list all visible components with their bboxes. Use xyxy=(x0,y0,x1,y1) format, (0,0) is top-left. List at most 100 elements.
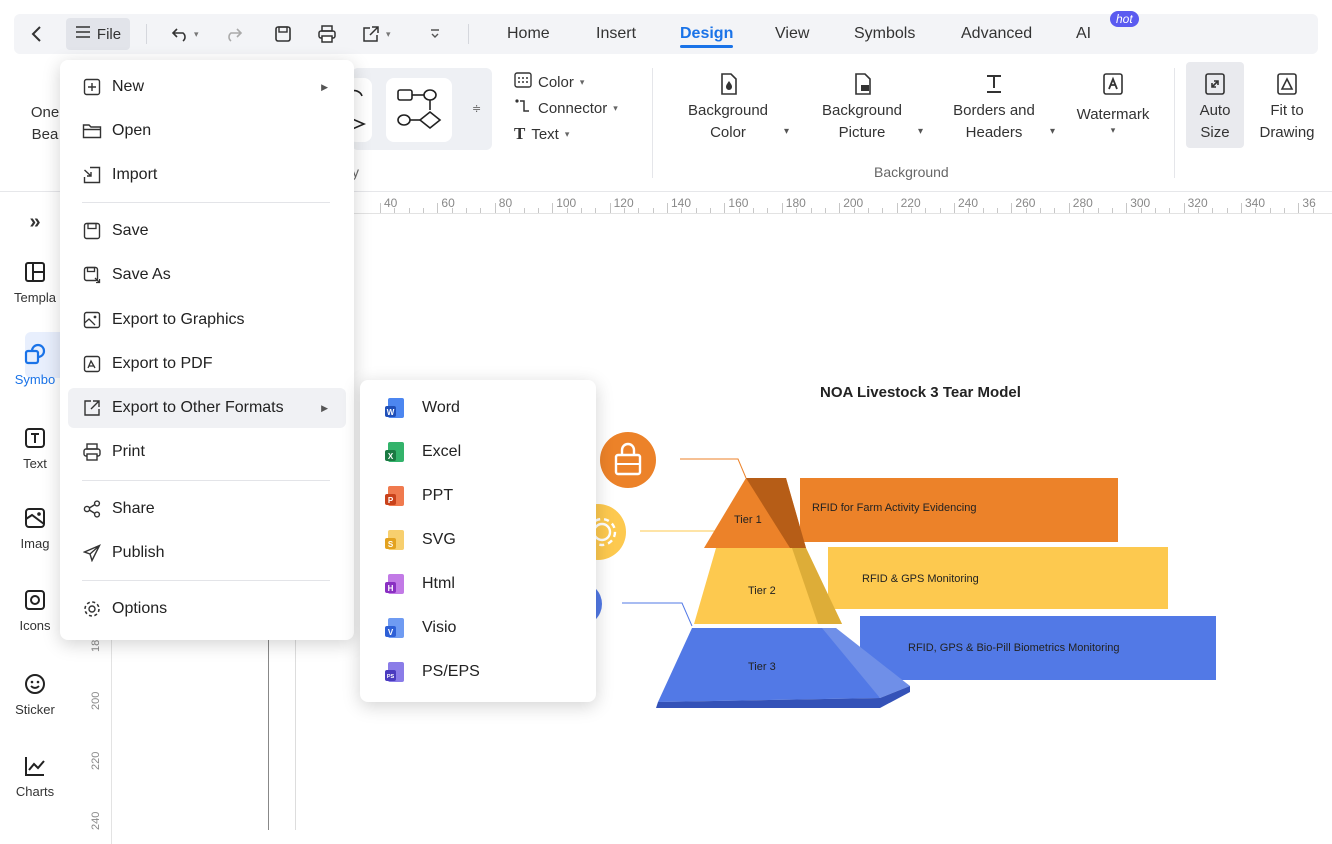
text-t-icon: T xyxy=(514,124,526,143)
menu-item-new[interactable]: New ▶ xyxy=(68,67,346,107)
menu-item-publish[interactable]: Publish xyxy=(68,533,346,573)
export-visio-item[interactable]: V Visio xyxy=(368,608,588,648)
connector-label: Connector xyxy=(538,99,608,117)
caret-down-icon[interactable]: ▾ xyxy=(918,126,923,137)
watermark-button[interactable]: Watermark ▾ xyxy=(1068,72,1158,135)
save-quick-button[interactable] xyxy=(272,14,294,54)
sticker-icon xyxy=(23,672,47,696)
gear-icon xyxy=(82,599,102,619)
file-dropdown-menu: New ▶ Open Import Save Save As Export to… xyxy=(60,60,354,640)
tab-insert[interactable]: Insert xyxy=(596,14,636,54)
background-color-button[interactable]: Background Color xyxy=(678,72,778,144)
bea-label: Bea xyxy=(31,126,59,143)
h-ruler-minor-tick xyxy=(982,208,984,213)
caret-down-icon[interactable]: ▾ xyxy=(194,29,199,40)
menu-item-share[interactable]: Share xyxy=(68,489,346,529)
export-quick-button[interactable]: ▾ xyxy=(360,14,391,54)
borders-headers-label-2: Headers xyxy=(965,124,1023,141)
fit-to-drawing-button[interactable]: Fit to Drawing xyxy=(1252,72,1322,144)
menu-item-save-as[interactable]: Save As xyxy=(68,255,346,295)
pyramid-diagram[interactable]: Tier 1 RFID for Farm Activity Evidencing… xyxy=(560,420,1240,720)
caret-down-icon[interactable]: ▾ xyxy=(1050,126,1055,137)
export-pseps-item[interactable]: PS PS/EPS xyxy=(368,652,588,692)
menu-item-options[interactable]: Options xyxy=(68,589,346,629)
tier1-circle[interactable] xyxy=(600,432,656,488)
sidebar-item-charts[interactable]: Charts xyxy=(0,754,70,799)
h-ruler-minor-tick xyxy=(810,208,812,213)
submenu-arrow-icon: ▶ xyxy=(321,402,328,413)
caret-down-icon[interactable]: ▾ xyxy=(1111,126,1116,135)
h-ruler-minor-tick xyxy=(595,208,597,213)
caret-down-icon: ▾ xyxy=(613,102,618,113)
caret-down-icon[interactable]: ▾ xyxy=(386,29,391,40)
h-ruler-minor-tick xyxy=(537,208,539,213)
h-ruler-minor-tick xyxy=(451,208,453,213)
menu-label: Publish xyxy=(112,544,165,561)
sidebar-label: Imag xyxy=(20,536,50,551)
h-ruler-minor-tick xyxy=(1040,208,1042,213)
text-style-button[interactable]: T Text ▾ xyxy=(514,124,569,144)
style-tile-2[interactable] xyxy=(386,78,452,142)
connector-button[interactable]: Connector ▾ xyxy=(514,98,618,118)
sidebar-label: Icons xyxy=(19,618,51,633)
h-ruler-minor-tick xyxy=(939,208,941,213)
background-picture-button[interactable]: Background Picture xyxy=(812,72,912,144)
undo-button[interactable]: ▾ xyxy=(170,14,199,54)
menu-item-save[interactable]: Save xyxy=(68,211,346,251)
export-html-item[interactable]: H Html xyxy=(368,564,588,604)
v-ruler-label: 18 xyxy=(90,639,102,652)
tab-ai[interactable]: AI xyxy=(1076,14,1091,54)
back-button[interactable] xyxy=(26,14,48,54)
h-ruler-minor-tick xyxy=(623,208,625,213)
menu-item-export-pdf[interactable]: Export to PDF xyxy=(68,344,346,384)
fit-to-drawing-label-2: Drawing xyxy=(1259,124,1315,141)
more-quick-button[interactable] xyxy=(424,14,446,54)
menu-item-open[interactable]: Open xyxy=(68,111,346,151)
menu-item-print[interactable]: Print xyxy=(68,432,346,472)
h-ruler-minor-tick xyxy=(925,208,927,213)
export-svg-item[interactable]: S SVG xyxy=(368,520,588,560)
borders-headers-button[interactable]: Borders and Headers xyxy=(944,72,1044,144)
menu-label: Print xyxy=(112,443,145,460)
menu-item-import[interactable]: Import xyxy=(68,155,346,195)
more-down-icon xyxy=(424,23,446,45)
menu-item-export-graphics[interactable]: Export to Graphics xyxy=(68,300,346,340)
gallery-more-icon[interactable]: ≑ xyxy=(472,102,481,115)
print-quick-button[interactable] xyxy=(316,14,338,54)
svg-text:X: X xyxy=(388,452,394,461)
tab-design[interactable]: Design xyxy=(680,14,734,54)
tab-symbols[interactable]: Symbols xyxy=(854,14,915,54)
submenu-label: Excel xyxy=(422,443,462,460)
diagram-title[interactable]: NOA Livestock 3 Tear Model xyxy=(820,384,1021,401)
plus-square-icon xyxy=(82,77,102,97)
sidebar-label: Templa xyxy=(14,290,56,305)
one-click-beautify-button[interactable]: One Bea xyxy=(30,102,60,146)
color-button[interactable]: Color ▾ xyxy=(514,72,584,92)
tab-home[interactable]: Home xyxy=(507,14,550,54)
tab-advanced[interactable]: Advanced xyxy=(961,14,1032,54)
sidebar-item-sticker[interactable]: Sticker xyxy=(0,672,70,717)
file-menu-button[interactable]: File xyxy=(66,18,130,50)
h-ruler-tick xyxy=(1011,203,1013,213)
auto-size-button[interactable]: Auto Size xyxy=(1186,72,1244,144)
color-label: Color xyxy=(538,73,574,91)
svg-text:H: H xyxy=(388,584,394,593)
h-ruler-minor-tick xyxy=(910,208,912,213)
export-ppt-item[interactable]: P PPT xyxy=(368,476,588,516)
h-ruler-minor-tick xyxy=(997,208,999,213)
menu-item-export-other-formats[interactable]: Export to Other Formats ▶ xyxy=(68,388,346,428)
caret-down-icon[interactable]: ▾ xyxy=(784,126,789,137)
redo-icon xyxy=(222,23,244,45)
h-ruler-minor-tick xyxy=(1226,208,1228,213)
submenu-label: PPT xyxy=(422,487,454,504)
svg-text:P: P xyxy=(388,496,394,505)
redo-button[interactable] xyxy=(222,14,244,54)
export-excel-item[interactable]: X Excel xyxy=(368,432,588,472)
background-color-label-2: Color xyxy=(710,124,746,141)
hot-badge: hot xyxy=(1110,11,1139,27)
tab-view[interactable]: View xyxy=(775,14,809,54)
sidebar-label: Sticker xyxy=(15,702,55,717)
v-ruler-label: 240 xyxy=(90,811,102,830)
divider xyxy=(468,24,469,44)
export-word-item[interactable]: W Word xyxy=(368,388,588,428)
